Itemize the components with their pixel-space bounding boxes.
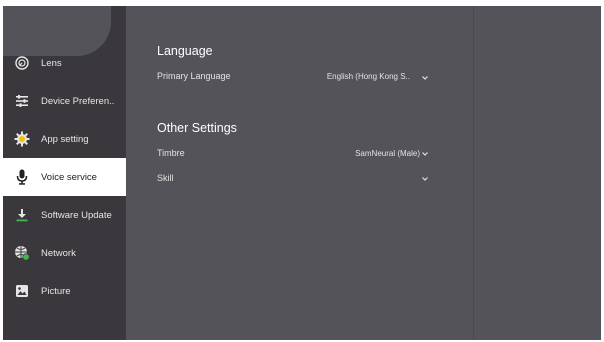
sliders-icon xyxy=(14,93,30,109)
download-icon xyxy=(14,207,30,223)
sidebar-item-picture[interactable]: Picture xyxy=(3,272,126,310)
network-globe-icon xyxy=(14,245,30,261)
settings-screen: Lens Device Preferen.. App setting Voice… xyxy=(3,6,601,340)
sidebar-item-label: Voice service xyxy=(41,171,97,183)
sidebar-item-label: App setting xyxy=(41,133,89,145)
sidebar-item-label: Software Update xyxy=(41,209,112,221)
app-gear-icon xyxy=(14,131,30,147)
skill-label: Skill xyxy=(157,173,174,183)
picture-icon xyxy=(14,283,30,299)
chevron-down-icon[interactable] xyxy=(421,175,429,183)
sidebar-item-label: Network xyxy=(41,247,76,259)
sidebar-item-label: Picture xyxy=(41,285,71,297)
primary-language-label: Primary Language xyxy=(157,71,231,81)
sidebar-item-label: Device Preferen.. xyxy=(41,95,115,107)
microphone-icon xyxy=(14,169,30,185)
sidebar-item-label: Lens xyxy=(41,57,62,69)
sidebar: Lens Device Preferen.. App setting Voice… xyxy=(3,6,126,340)
timbre-value: SamNeural (Male) xyxy=(355,149,420,158)
sidebar-item-lens[interactable]: Lens xyxy=(3,44,126,82)
primary-language-value: English (Hong Kong S.. xyxy=(326,72,410,81)
other-settings-section-title: Other Settings xyxy=(157,121,237,135)
lens-icon xyxy=(14,55,30,71)
sidebar-item-device-preferences[interactable]: Device Preferen.. xyxy=(3,82,126,120)
sidebar-item-network[interactable]: Network xyxy=(3,234,126,272)
sidebar-item-app-setting[interactable]: App setting xyxy=(3,120,126,158)
language-section-title: Language xyxy=(157,44,213,58)
sidebar-item-voice-service[interactable]: Voice service xyxy=(3,158,126,196)
chevron-down-icon[interactable] xyxy=(421,150,429,158)
timbre-label: Timbre xyxy=(157,148,185,158)
chevron-down-icon[interactable] xyxy=(421,74,429,82)
sidebar-item-software-update[interactable]: Software Update xyxy=(3,196,126,234)
right-pane xyxy=(474,6,601,340)
